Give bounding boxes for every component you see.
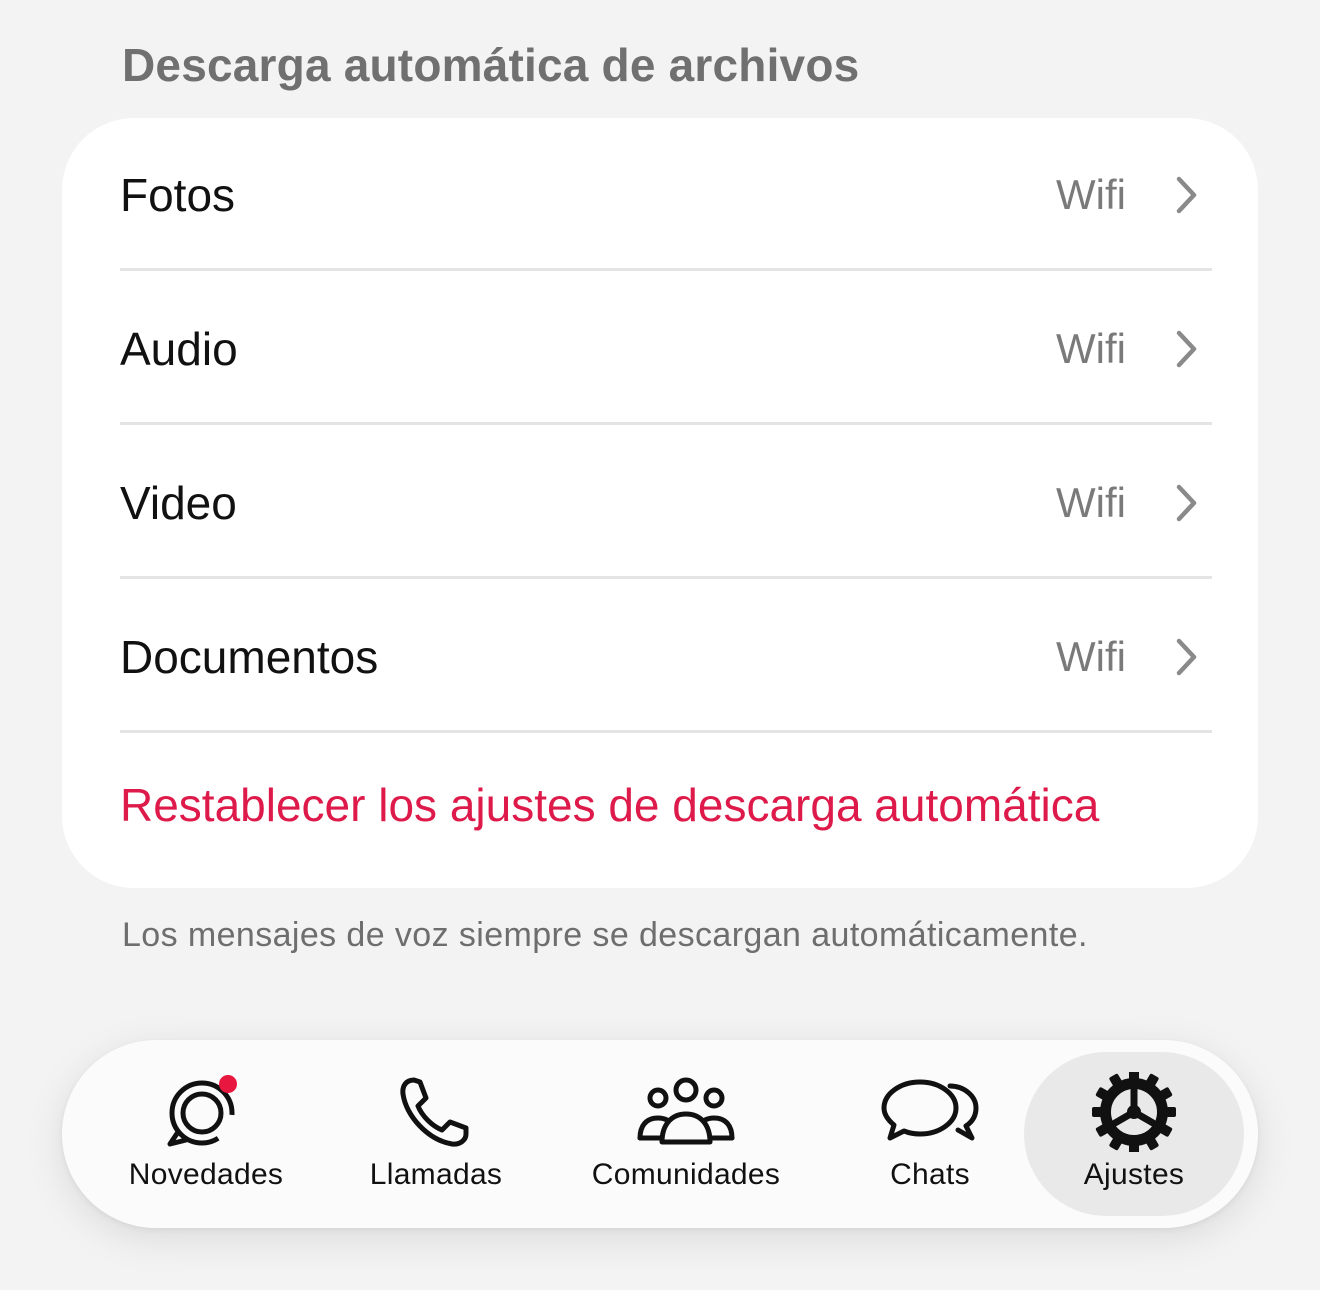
tab-bar: Novedades Llamadas Comunidades Chats Aju… [62,1040,1258,1228]
tab-label: Llamadas [369,1158,503,1191]
divider [120,268,1212,271]
row-value: Wifi [1056,479,1126,526]
chevron-right-icon [1176,484,1197,522]
row-video[interactable]: Video Wifi [120,426,1212,580]
tab-comunidades[interactable]: Comunidades [566,1040,806,1228]
divider [120,730,1212,733]
row-label: Video [120,477,237,529]
tab-ajustes[interactable]: Ajustes [1024,1052,1244,1216]
divider [120,422,1212,425]
row-label: Documentos [120,631,379,683]
tab-label: Novedades [128,1158,284,1191]
tab-llamadas[interactable]: Llamadas [326,1040,546,1228]
tab-label: Comunidades [591,1158,781,1191]
voice-messages-footnote: Los mensajes de voz siempre se descargan… [122,916,1088,954]
chevron-right-icon [1176,176,1197,214]
status-icon [167,1075,237,1147]
tab-label: Ajustes [1083,1158,1185,1191]
communities-icon [637,1077,735,1145]
row-fotos[interactable]: Fotos Wifi [120,118,1212,272]
row-label: Fotos [120,169,236,221]
chevron-right-icon [1176,330,1197,368]
row-value: Wifi [1056,171,1126,218]
chevron-right-icon [1176,638,1197,676]
row-label: Audio [120,323,238,375]
phone-icon [400,1077,469,1147]
reset-auto-download-button[interactable]: Restablecer los ajustes de descarga auto… [120,778,1099,832]
tab-chats[interactable]: Chats [820,1040,1040,1228]
row-value: Wifi [1056,325,1126,372]
divider [120,576,1212,579]
auto-download-card: Fotos Wifi Audio Wifi Video Wifi Documen… [62,118,1258,888]
tab-novedades[interactable]: Novedades [96,1040,316,1228]
row-value: Wifi [1056,633,1126,680]
row-documentos[interactable]: Documentos Wifi [120,580,1212,734]
chats-icon [881,1079,979,1141]
tab-label: Chats [890,1158,970,1191]
section-title: Descarga automática de archivos [122,39,860,91]
gear-icon [1092,1072,1176,1152]
row-audio[interactable]: Audio Wifi [120,272,1212,426]
